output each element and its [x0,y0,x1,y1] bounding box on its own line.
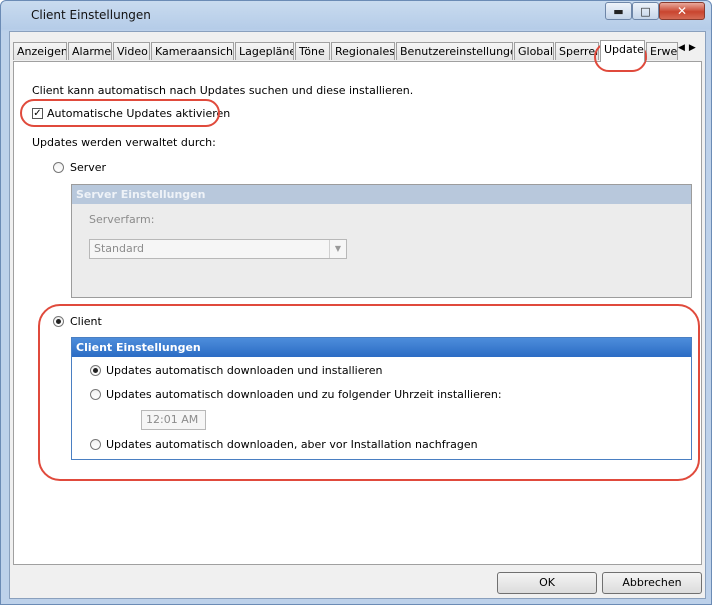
minimize-button[interactable]: ▬ [605,2,632,20]
auto-updates-label[interactable]: Automatische Updates aktivieren [47,107,230,120]
option-auto-install-radio[interactable] [90,365,101,376]
tab-video[interactable]: Video [113,42,150,60]
tab-anzeigen[interactable]: Anzeigen [13,42,67,60]
tab-scroll-left-icon[interactable]: ◀ [678,43,685,59]
tab-strip: Anzeigen Alarme Video Kameraansicht Lage… [13,40,704,62]
server-settings-group: Server Einstellungen Serverfarm: Standar… [71,184,692,298]
tab-benutzereinstellungen[interactable]: Benutzereinstellungen [396,42,513,60]
option-auto-install-label[interactable]: Updates automatisch downloaden und insta… [106,364,383,377]
tab-global[interactable]: Global [514,42,554,60]
cancel-button[interactable]: Abbrechen [602,572,702,594]
close-icon: ✕ [676,4,688,18]
option-scheduled-radio[interactable] [90,389,101,400]
server-settings-title: Server Einstellungen [72,185,691,204]
maximize-icon: □ [640,4,651,18]
intro-text: Client kann automatisch nach Updates suc… [32,84,414,97]
client-radio[interactable] [53,316,64,327]
close-button[interactable]: ✕ [659,2,705,20]
title-bar[interactable]: Client Einstellungen ▬ □ ✕ [1,1,711,31]
window-title: Client Einstellungen [31,8,151,22]
option-ask-label[interactable]: Updates automatisch downloaden, aber vor… [106,438,478,451]
client-settings-group: Client Einstellungen Updates automatisch… [71,337,692,460]
tab-scroll-right-icon[interactable]: ▶ [689,43,696,59]
tab-alarme[interactable]: Alarme [68,42,112,60]
tab-scroll-arrows: ◀ ▶ [678,43,704,59]
tab-kameraansicht[interactable]: Kameraansicht [151,42,234,60]
tab-lageplaene[interactable]: Lagepläne [235,42,294,60]
minimize-icon: ▬ [613,4,624,18]
auto-updates-checkbox[interactable]: ✓ [32,108,43,119]
server-farm-label: Serverfarm: [89,213,155,226]
tab-sperren[interactable]: Sperren [555,42,599,60]
client-radio-label[interactable]: Client [70,315,102,328]
tab-update[interactable]: Update [600,40,645,62]
option-scheduled-label[interactable]: Updates automatisch downloaden und zu fo… [106,388,502,401]
server-farm-value: Standard [94,242,145,255]
chevron-down-icon: ▼ [329,240,346,258]
server-radio-label[interactable]: Server [70,161,106,174]
dialog-window: Client Einstellungen ▬ □ ✕ Anzeigen Alar… [0,0,712,605]
ok-button[interactable]: OK [497,572,597,594]
tab-toene[interactable]: Töne [295,42,330,60]
server-radio[interactable] [53,162,64,173]
install-time-field[interactable]: 12:01 AM [141,410,206,430]
server-farm-select[interactable]: Standard ▼ [89,239,347,259]
maximize-button[interactable]: □ [632,2,659,20]
tab-regionales[interactable]: Regionales [331,42,395,60]
managed-by-label: Updates werden verwaltet durch: [32,136,216,149]
option-ask-radio[interactable] [90,439,101,450]
client-settings-title: Client Einstellungen [72,338,691,357]
tab-erweitert[interactable]: Erwe [646,42,678,60]
dialog-body: Anzeigen Alarme Video Kameraansicht Lage… [9,31,706,599]
update-panel: Client kann automatisch nach Updates suc… [13,42,702,565]
